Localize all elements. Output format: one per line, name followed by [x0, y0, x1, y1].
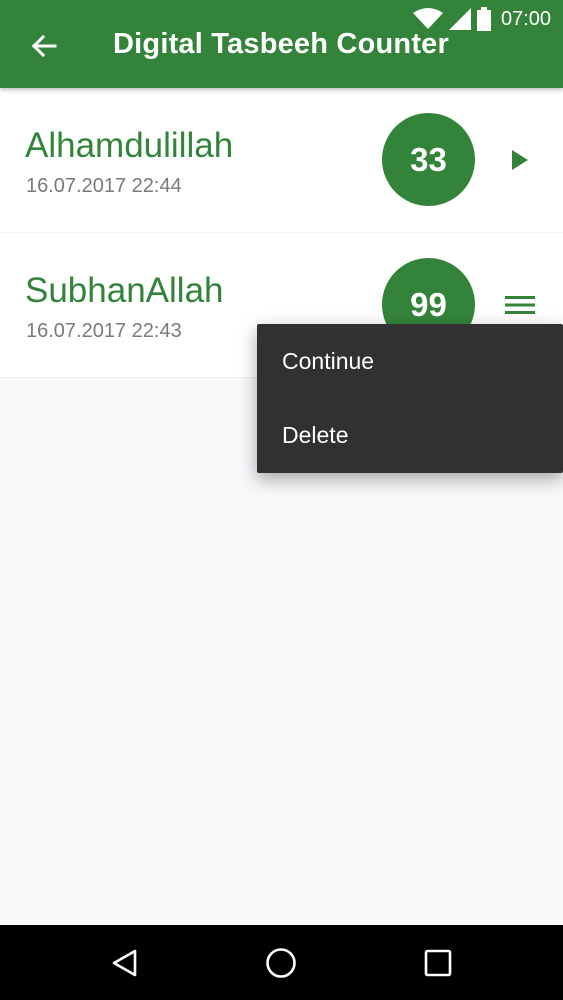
nav-home-button[interactable]: [255, 937, 307, 989]
page-title: Digital Tasbeeh Counter: [113, 28, 449, 60]
nav-back-button[interactable]: [99, 937, 151, 989]
continue-button[interactable]: [500, 138, 540, 182]
arrow-left-icon: [31, 34, 57, 58]
back-triangle-icon: [112, 949, 137, 977]
context-menu: Continue Delete: [257, 324, 563, 473]
home-circle-icon: [266, 948, 296, 978]
menu-icon: [505, 296, 535, 314]
back-button[interactable]: [26, 28, 62, 64]
navigation-bar: [0, 925, 563, 1000]
item-name: SubhanAllah: [25, 271, 224, 310]
count-badge: 33: [382, 113, 475, 206]
item-date: 16.07.2017 22:43: [26, 320, 182, 342]
cell-signal-icon: [448, 8, 471, 30]
battery-icon: [476, 7, 491, 31]
wifi-icon: [412, 8, 443, 29]
item-name: Alhamdulillah: [25, 126, 234, 165]
status-time: 07:00: [500, 7, 551, 30]
nav-recents-button[interactable]: [412, 937, 464, 989]
menu-item-delete[interactable]: Delete: [257, 398, 563, 472]
play-icon: [512, 150, 528, 170]
item-menu-button[interactable]: [500, 283, 540, 327]
item-date: 16.07.2017 22:44: [26, 175, 182, 197]
recents-square-icon: [424, 949, 452, 977]
list-item[interactable]: Alhamdulillah 16.07.2017 22:44 33: [0, 88, 563, 233]
menu-item-continue[interactable]: Continue: [257, 324, 563, 398]
app-bar: 07:00 Digital Tasbeeh Counter: [0, 0, 563, 88]
